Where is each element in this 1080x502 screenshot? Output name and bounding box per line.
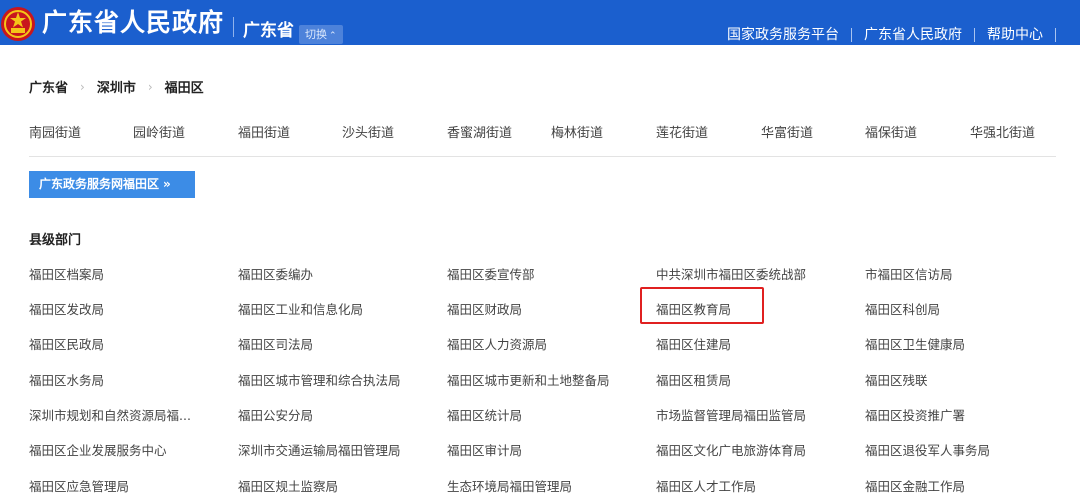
top-link-divider xyxy=(974,28,975,42)
department-link[interactable]: 福田区委宣传部 xyxy=(447,264,535,283)
street-tab[interactable]: 华强北街道 xyxy=(970,122,1035,141)
department-link[interactable]: 福田区民政局 xyxy=(29,334,104,353)
department-link[interactable]: 福田区卫生健康局 xyxy=(865,334,965,353)
department-link[interactable]: 福田区投资推广署 xyxy=(865,405,965,424)
department-link[interactable]: 福田区规土监察局 xyxy=(238,476,338,495)
street-tab[interactable]: 华富街道 xyxy=(761,122,813,141)
district-service-portal-button[interactable]: 广东政务服务网福田区» xyxy=(29,171,195,198)
department-link[interactable]: 福田区住建局 xyxy=(656,334,731,353)
department-link[interactable]: 福田区人力资源局 xyxy=(447,334,547,353)
street-tab[interactable]: 梅林街道 xyxy=(551,122,603,141)
street-tab[interactable]: 福田街道 xyxy=(238,122,290,141)
department-link[interactable]: 福田区城市更新和土地整备局 xyxy=(447,370,610,389)
department-link[interactable]: 福田区退役军人事务局 xyxy=(865,440,990,459)
top-link-help-center[interactable]: 帮助中心 xyxy=(987,26,1043,44)
department-link[interactable]: 福田区企业发展服务中心 xyxy=(29,440,167,459)
top-link-provincial-gov[interactable]: 广东省人民政府 xyxy=(864,26,962,44)
chevron-right-icon: › xyxy=(80,79,85,94)
breadcrumb-city[interactable]: 深圳市 xyxy=(97,77,136,96)
department-link[interactable]: 福田区委编办 xyxy=(238,264,313,283)
breadcrumb-district[interactable]: 福田区 xyxy=(165,77,204,96)
banner-label: 广东政务服务网福田区 xyxy=(39,177,160,191)
department-link[interactable]: 福田区司法局 xyxy=(238,334,313,353)
top-link-divider xyxy=(851,28,852,42)
department-link[interactable]: 福田区发改局 xyxy=(29,299,104,318)
department-link[interactable]: 福田区残联 xyxy=(865,370,928,389)
switch-label: 切换 xyxy=(305,28,327,41)
current-region: 广东省 xyxy=(243,21,294,41)
chevron-up-icon: ⌃ xyxy=(329,31,337,41)
department-link[interactable]: 福田区审计局 xyxy=(447,440,522,459)
department-link[interactable]: 福田区城市管理和综合执法局 xyxy=(238,370,401,389)
title-divider xyxy=(233,17,234,37)
highlight-annotation-box xyxy=(640,287,764,324)
top-link-national-platform[interactable]: 国家政务服务平台 xyxy=(727,26,839,44)
breadcrumb-province[interactable]: 广东省 xyxy=(29,77,68,96)
department-link[interactable]: 市场监督管理局福田监管局 xyxy=(656,405,806,424)
department-link[interactable]: 福田区文化广电旅游体育局 xyxy=(656,440,806,459)
top-link-divider xyxy=(1055,28,1056,42)
site-title[interactable]: 广东省人民政府 xyxy=(42,8,224,38)
department-link[interactable]: 福田区租赁局 xyxy=(656,370,731,389)
department-link[interactable]: 福田区人才工作局 xyxy=(656,476,756,495)
street-tab[interactable]: 莲花街道 xyxy=(656,122,708,141)
department-link[interactable]: 福田区财政局 xyxy=(447,299,522,318)
department-link[interactable]: 福田区水务局 xyxy=(29,370,104,389)
top-links: 国家政务服务平台 广东省人民政府 帮助中心 xyxy=(727,26,1068,44)
double-chevron-right-icon: » xyxy=(163,177,171,191)
department-link[interactable]: 福田区金融工作局 xyxy=(865,476,965,495)
chevron-right-icon: › xyxy=(147,79,153,94)
department-link[interactable]: 生态环境局福田管理局 xyxy=(447,476,572,495)
street-tab[interactable]: 福保街道 xyxy=(865,122,917,141)
national-emblem-icon xyxy=(1,7,35,41)
department-link[interactable]: 中共深圳市福田区委统战部 xyxy=(656,264,806,283)
department-link[interactable]: 福田公安分局 xyxy=(238,405,313,424)
street-tab[interactable]: 香蜜湖街道 xyxy=(447,122,512,141)
department-link[interactable]: 深圳市规划和自然资源局福... xyxy=(29,405,191,424)
department-link[interactable]: 福田区科创局 xyxy=(865,299,940,318)
section-divider xyxy=(29,156,1056,157)
department-link[interactable]: 福田区应急管理局 xyxy=(29,476,129,495)
department-link[interactable]: 福田区工业和信息化局 xyxy=(238,299,363,318)
breadcrumb: 广东省 › 深圳市 › 福田区 xyxy=(29,77,204,97)
switch-region-button[interactable]: 切换 ⌃ xyxy=(299,25,343,44)
department-link[interactable]: 深圳市交通运输局福田管理局 xyxy=(238,440,401,459)
department-link[interactable]: 福田区档案局 xyxy=(29,264,104,283)
department-link[interactable]: 福田区统计局 xyxy=(447,405,522,424)
top-header-bar: 广东省人民政府 广东省 切换 ⌃ 国家政务服务平台 广东省人民政府 帮助中心 xyxy=(0,0,1080,45)
department-link[interactable]: 市福田区信访局 xyxy=(865,264,953,283)
section-title: 县级部门 xyxy=(29,233,82,248)
street-tab[interactable]: 沙头街道 xyxy=(342,122,394,141)
street-tab[interactable]: 园岭街道 xyxy=(133,122,185,141)
street-tab[interactable]: 南园街道 xyxy=(29,122,81,141)
